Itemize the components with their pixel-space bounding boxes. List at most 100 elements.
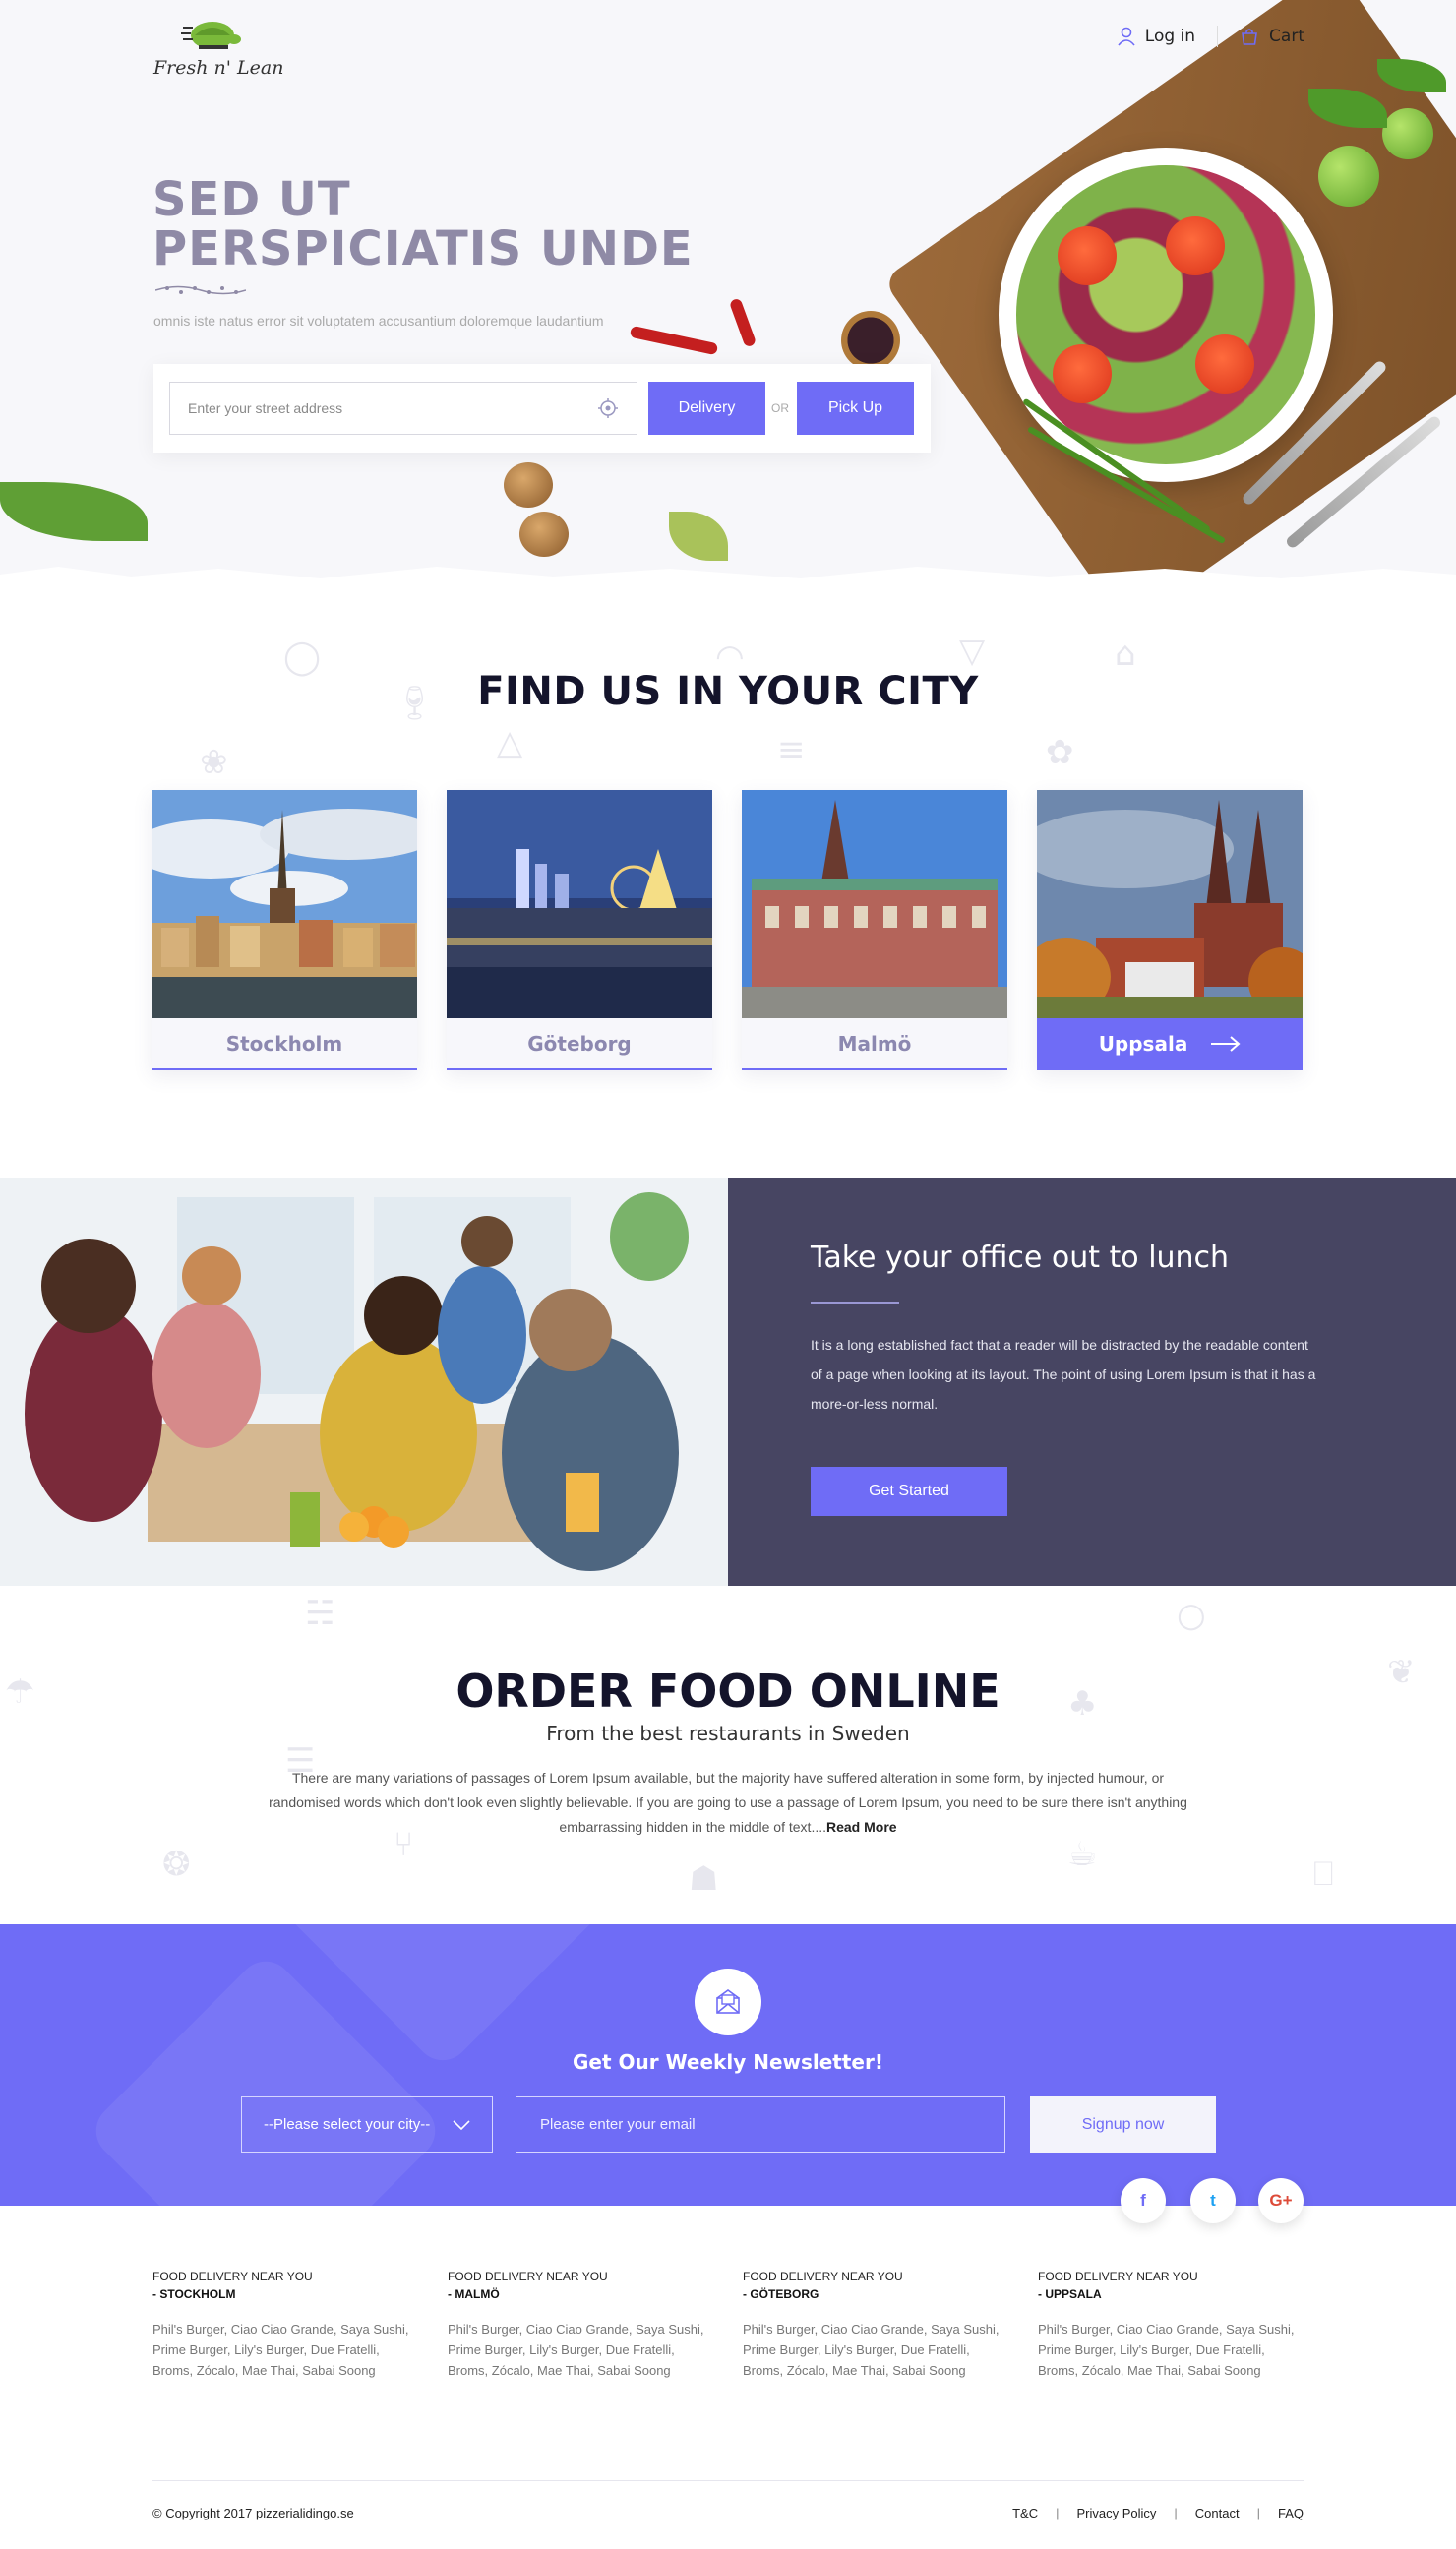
brand-logo[interactable]: Fresh n' Lean — [153, 18, 284, 81]
newsletter-section: Get Our Weekly Newsletter! --Please sele… — [0, 1924, 1456, 2206]
shopping-bag-icon — [1242, 29, 1257, 45]
email-input[interactable] — [540, 2116, 981, 2133]
tomato-icon: ○ — [1177, 1596, 1206, 1635]
address-field — [169, 382, 637, 435]
footer-column-malmo: FOOD DELIVERY NEAR YOU - MALMÖ Phil's Bu… — [448, 2270, 713, 2381]
turtle-logo-icon — [181, 22, 241, 49]
terms-link[interactable]: T&C — [1012, 2506, 1038, 2520]
goteborg-photo — [447, 790, 712, 1018]
lunch-title: Take your office out to lunch — [811, 1241, 1230, 1275]
herb-image — [0, 482, 148, 541]
footer-city[interactable]: - UPPSALA — [1038, 2287, 1304, 2301]
city-card-goteborg[interactable]: Göteborg — [447, 790, 712, 1070]
mug-icon: ☕︎ — [1067, 1835, 1098, 1874]
lime-image — [1318, 146, 1379, 207]
cart-link[interactable]: Cart — [1240, 27, 1304, 46]
city-label-goteborg: Göteborg — [447, 1018, 712, 1070]
arrow-right-icon — [1211, 1035, 1241, 1052]
city-select-value: --Please select your city-- — [264, 2116, 431, 2133]
read-more-link[interactable]: Read More — [826, 1819, 897, 1835]
city-label-uppsala-wrapper: Uppsala — [1037, 1018, 1303, 1070]
stockholm-photo — [152, 790, 417, 1018]
chevron-down-icon — [453, 2119, 470, 2130]
footer-restaurants: Phil's Burger, Ciao Ciao Grande, Saya Su… — [1038, 2322, 1295, 2378]
hero-section: Fresh n' Lean Log in Cart SED UT PERSPIC… — [0, 0, 1456, 590]
signup-button[interactable]: Signup now — [1030, 2096, 1216, 2153]
top-navigation: Log in Cart — [1118, 26, 1304, 47]
footer-restaurants: Phil's Burger, Ciao Ciao Grande, Saya Su… — [152, 2322, 409, 2378]
drink-icon: ⎕ — [1313, 1854, 1334, 1894]
faq-link[interactable]: FAQ — [1278, 2506, 1304, 2520]
footer-city[interactable]: - STOCKHOLM — [152, 2287, 418, 2301]
order-online-title: ORDER FOOD ONLINE — [455, 1665, 1001, 1718]
lime-image — [1382, 108, 1433, 159]
link-separator: | — [1256, 2506, 1260, 2520]
footer-column-goteborg: FOOD DELIVERY NEAR YOU - GÖTEBORG Phil's… — [743, 2270, 1008, 2381]
vine-divider-icon — [155, 285, 246, 295]
city-label-stockholm: Stockholm — [152, 1018, 417, 1070]
footer-column-stockholm: FOOD DELIVERY NEAR YOU - STOCKHOLM Phil'… — [152, 2270, 418, 2381]
people-lunch-image — [0, 1178, 728, 1586]
footer-city[interactable]: - GÖTEBORG — [743, 2287, 1008, 2301]
cherry-icon: ✿ — [1046, 733, 1074, 772]
salad-bowl-image — [999, 148, 1333, 482]
brush-edge — [0, 567, 1456, 590]
chili-image — [728, 297, 758, 348]
city-card-malmo[interactable]: Malmö — [742, 790, 1007, 1070]
get-started-button[interactable]: Get Started — [811, 1467, 1007, 1516]
footer-links: T&C | Privacy Policy | Contact | FAQ — [1012, 2506, 1304, 2520]
address-input[interactable] — [188, 400, 597, 416]
locate-icon[interactable] — [597, 397, 619, 419]
order-online-text: There are many variations of passages of… — [266, 1766, 1190, 1840]
city-card-uppsala[interactable]: Uppsala — [1037, 790, 1303, 1070]
grapes-icon: ❂ — [162, 1845, 191, 1884]
link-separator: | — [1056, 2506, 1060, 2520]
walnut-image — [504, 462, 553, 508]
spice-bowl-image — [841, 311, 900, 370]
office-lunch-photo — [0, 1178, 728, 1586]
order-online-subtitle: From the best restaurants in Sweden — [546, 1722, 910, 1745]
footer-heading: FOOD DELIVERY NEAR YOU — [152, 2270, 313, 2283]
find-us-title: FIND US IN YOUR CITY — [477, 669, 979, 714]
footer-heading: FOOD DELIVERY NEAR YOU — [743, 2270, 903, 2283]
nav-divider — [1217, 26, 1219, 47]
email-field — [516, 2096, 1005, 2153]
uppsala-photo — [1037, 790, 1303, 1018]
city-card-stockholm[interactable]: Stockholm — [152, 790, 417, 1070]
herb-image — [669, 512, 728, 561]
footer-heading: FOOD DELIVERY NEAR YOU — [1038, 2270, 1198, 2283]
cart-label: Cart — [1269, 27, 1304, 46]
pizza-slice-icon: △ — [497, 723, 523, 762]
copyright-text: © Copyright 2017 pizzerialidingo.se — [152, 2506, 354, 2520]
facebook-icon[interactable]: f — [1121, 2178, 1166, 2223]
city-label-malmo: Malmö — [742, 1018, 1007, 1070]
twitter-icon[interactable]: t — [1190, 2178, 1236, 2223]
footer-restaurants: Phil's Burger, Ciao Ciao Grande, Saya Su… — [743, 2322, 1000, 2378]
link-separator: | — [1174, 2506, 1178, 2520]
hero-subtitle: omnis iste natus error sit voluptatem ac… — [153, 313, 604, 329]
hero-title: SED UT PERSPICIATIS UNDE — [152, 172, 694, 276]
cupcake-icon: ⌂ — [1115, 635, 1136, 674]
footer-restaurants: Phil's Burger, Ciao Ciao Grande, Saya Su… — [448, 2322, 704, 2378]
envelope-icon — [716, 1989, 740, 2014]
user-icon — [1118, 27, 1135, 46]
brand-name: Fresh n' Lean — [153, 57, 284, 79]
privacy-policy-link[interactable]: Privacy Policy — [1076, 2506, 1156, 2520]
hotdog-icon: ≡ — [777, 730, 806, 769]
footer-column-uppsala: FOOD DELIVERY NEAR YOU - UPPSALA Phil's … — [1038, 2270, 1304, 2381]
walnut-image — [519, 512, 569, 557]
city-select[interactable]: --Please select your city-- — [241, 2096, 493, 2153]
footer-divider — [152, 2480, 1304, 2481]
lunch-divider — [811, 1302, 899, 1304]
carrot-icon: ❀ — [200, 743, 228, 782]
login-label: Log in — [1144, 27, 1196, 46]
pickup-button[interactable]: Pick Up — [797, 382, 914, 435]
fish-icon: ☵ — [305, 1594, 335, 1633]
contact-link[interactable]: Contact — [1195, 2506, 1240, 2520]
city-label-uppsala: Uppsala — [1098, 1031, 1188, 1056]
footer-city[interactable]: - MALMÖ — [448, 2287, 713, 2301]
google-plus-icon[interactable]: G+ — [1258, 2178, 1304, 2223]
lunch-description: It is a long established fact that a rea… — [811, 1337, 1316, 1412]
delivery-button[interactable]: Delivery — [648, 382, 765, 435]
login-link[interactable]: Log in — [1118, 27, 1195, 46]
